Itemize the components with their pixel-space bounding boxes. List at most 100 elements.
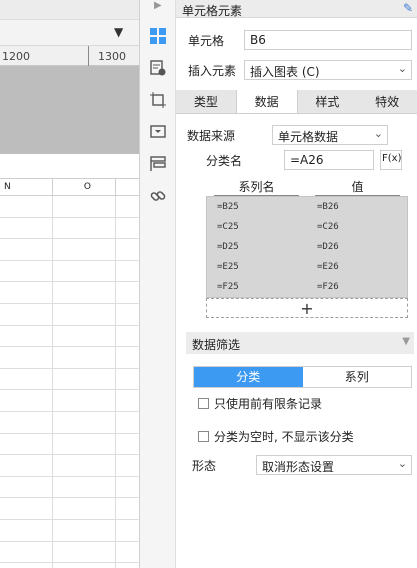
grid-cell[interactable] [0, 368, 53, 390]
grid-cell[interactable] [53, 433, 116, 455]
tab-data[interactable]: 数据 [235, 90, 298, 113]
grid-cell[interactable] [0, 282, 53, 303]
grid-cell[interactable] [53, 476, 116, 498]
collapse-triangle-icon: ▼ [402, 336, 410, 347]
ruler-label: 1300 [98, 50, 126, 63]
grid-cell[interactable] [53, 347, 116, 368]
filter-icon[interactable]: ▼ [114, 25, 123, 39]
tab-style[interactable]: 样式 [298, 90, 358, 113]
cell-style-icon[interactable] [148, 154, 168, 174]
table-row [0, 455, 139, 477]
grid-cell[interactable] [53, 325, 116, 347]
limit-records-label: 只使用前有限条记录 [214, 397, 323, 411]
grid-cell[interactable] [53, 239, 116, 260]
column-header-o[interactable]: O [53, 179, 116, 195]
grid-cell[interactable] [53, 196, 116, 217]
grid-cell[interactable] [53, 411, 116, 433]
grid-cell[interactable] [0, 390, 53, 411]
insert-element-value: 插入图表 (C) [250, 65, 320, 79]
cell-label: 单元格 [188, 33, 225, 48]
grid-cell[interactable] [53, 368, 116, 390]
grid-cell[interactable] [0, 303, 53, 325]
property-icon-column: ▶ [140, 0, 176, 568]
hide-empty-category-checkbox[interactable]: 分类为空时, 不显示该分类 [198, 428, 354, 445]
series-row[interactable]: =F25 =F26 [207, 277, 407, 297]
edit-icon[interactable]: ✎ [403, 1, 413, 15]
add-series-button[interactable]: + [206, 298, 408, 318]
data-filter-title: 数据筛选 [192, 338, 241, 352]
category-field[interactable]: =A26 [284, 150, 374, 170]
tab-effects[interactable]: 特效 [357, 90, 417, 113]
series-row[interactable]: =E25 =E26 [207, 257, 407, 277]
column-header-n[interactable]: N [0, 179, 53, 195]
cell-frame-icon[interactable] [148, 90, 168, 110]
table-row [0, 196, 139, 218]
series-row[interactable]: =C25 =C26 [207, 217, 407, 237]
chevron-down-icon: ⌄ [397, 457, 407, 470]
grid-cell[interactable] [53, 260, 116, 282]
cell-field[interactable]: B6 [244, 30, 412, 50]
series-name-cell[interactable]: =B25 [207, 197, 307, 217]
grid-cell[interactable] [0, 519, 53, 541]
grid-cell[interactable] [0, 217, 53, 239]
grid-cell[interactable] [0, 541, 53, 563]
data-filter-section[interactable]: 数据筛选 ▼ [186, 332, 414, 354]
cell-element-icon[interactable] [148, 26, 168, 46]
limit-records-checkbox[interactable]: 只使用前有限条记录 [198, 395, 322, 412]
grid-cell[interactable] [53, 303, 116, 325]
data-source-select[interactable]: 单元格数据 ⌄ [272, 125, 388, 145]
series-value-cell[interactable]: =D26 [307, 237, 407, 257]
series-name-cell[interactable]: =E25 [207, 257, 307, 277]
grid-cell[interactable] [53, 563, 116, 568]
grid-cell[interactable] [53, 541, 116, 563]
formula-button[interactable]: F(x) [380, 150, 402, 170]
table-row [0, 347, 139, 369]
link-icon[interactable] [148, 186, 168, 206]
data-source-label: 数据来源 [187, 128, 236, 143]
cell-attribute-icon[interactable] [148, 58, 168, 78]
series-name-cell[interactable]: =F25 [207, 277, 307, 297]
checkbox-box[interactable] [198, 398, 209, 409]
insert-element-select[interactable]: 插入图表 (C) ⌄ [244, 60, 412, 80]
grid-cell[interactable] [53, 282, 116, 303]
grid-cell[interactable] [0, 347, 53, 368]
grid-cell[interactable] [53, 455, 116, 476]
form-select[interactable]: 取消形态设置 ⌄ [256, 455, 412, 475]
grid-cell[interactable] [0, 498, 53, 519]
grid-cell[interactable] [0, 433, 53, 455]
series-value-cell[interactable]: =F26 [307, 277, 407, 297]
table-row [0, 433, 139, 456]
grid-cell[interactable] [53, 390, 116, 411]
grid-cell[interactable] [0, 196, 53, 217]
grid-cell[interactable] [53, 519, 116, 541]
series-row[interactable]: =B25 =B26 [207, 197, 407, 217]
series-value-cell[interactable]: =C26 [307, 217, 407, 237]
grid-cell[interactable] [0, 260, 53, 282]
segment-category[interactable]: 分类 [194, 367, 303, 387]
insert-row: 插入元素 插入图表 (C) ⌄ [176, 58, 417, 82]
grid-cell[interactable] [53, 498, 116, 519]
segment-series[interactable]: 系列 [303, 367, 412, 387]
table-row [0, 498, 139, 520]
grid-cell[interactable] [0, 455, 53, 476]
series-name-cell[interactable]: =C25 [207, 217, 307, 237]
chevron-down-icon: ⌄ [373, 127, 383, 140]
sheet-topbar [0, 0, 139, 20]
series-value-cell[interactable]: =E26 [307, 257, 407, 277]
grid-cell[interactable] [0, 476, 53, 498]
grid-cell[interactable] [0, 563, 53, 568]
series-value-cell[interactable]: =B26 [307, 197, 407, 217]
series-row[interactable]: =D25 =D26 [207, 237, 407, 257]
grid-cell[interactable] [0, 325, 53, 347]
checkbox-box[interactable] [198, 431, 209, 442]
series-name-cell[interactable]: =D25 [207, 237, 307, 257]
grid-cell[interactable] [0, 239, 53, 260]
tab-type[interactable]: 类型 [176, 90, 236, 113]
grid-cell[interactable] [0, 411, 53, 433]
grid-cell[interactable] [53, 217, 116, 239]
spreadsheet-area: ▼ 1200 1300 N O [0, 0, 140, 568]
arrow-right-icon[interactable]: ▶ [154, 0, 162, 11]
cell-widget-icon[interactable] [148, 122, 168, 142]
properties-panel: 单元格元素 ✎ 单元格 B6 插入元素 插入图表 (C) ⌄ 类型 数据 样式 … [176, 0, 417, 568]
table-row [0, 282, 139, 304]
